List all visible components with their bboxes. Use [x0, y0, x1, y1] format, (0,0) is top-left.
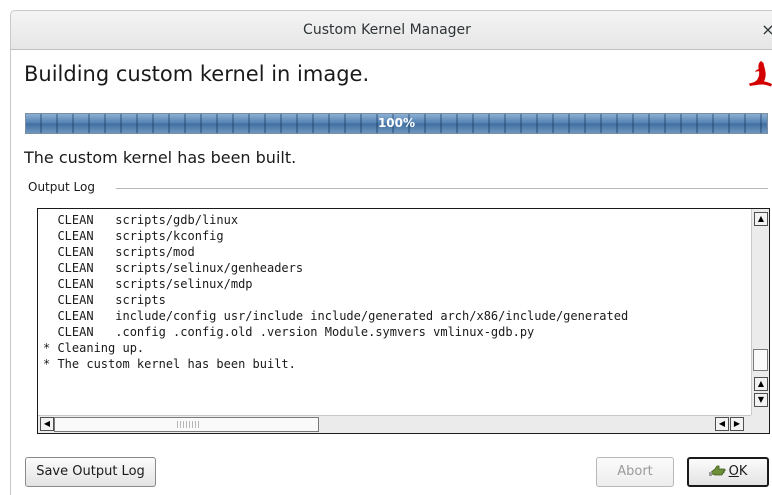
dialog-content: Building custom kernel in image. 100% Th…	[10, 50, 772, 495]
horizontal-scrollbar[interactable]: ◀ ◀ ▶	[38, 415, 751, 433]
title-bar: Custom Kernel Manager ×	[10, 10, 772, 50]
arrow-down-icon: ▼	[757, 395, 765, 404]
ok-button[interactable]: OK	[687, 457, 769, 487]
abort-button[interactable]: Abort	[596, 457, 674, 487]
scroll-left-button[interactable]: ◀	[40, 417, 54, 431]
arrow-right-icon: ▶	[733, 419, 741, 428]
scroll-up-button[interactable]: ▲	[754, 212, 768, 226]
scroll-down-button[interactable]: ▼	[754, 393, 768, 407]
log-line: CLEAN include/config usr/include include…	[43, 309, 629, 323]
close-icon: ×	[761, 20, 772, 39]
log-line: CLEAN scripts/mod	[43, 245, 195, 259]
log-line: CLEAN scripts/selinux/mdp	[43, 277, 253, 291]
progress-label: 100%	[377, 116, 416, 130]
log-line: CLEAN scripts/kconfig	[43, 229, 224, 243]
arrow-left-icon: ◀	[718, 419, 726, 428]
page-title: Building custom kernel in image.	[24, 62, 370, 86]
scroll-grip-icon	[177, 421, 199, 428]
status-message: The custom kernel has been built.	[24, 148, 297, 167]
ok-button-mnemonic: O	[728, 464, 739, 479]
custom-kernel-manager-dialog: Custom Kernel Manager × Building custom …	[0, 0, 772, 495]
output-log-text[interactable]: CLEAN scripts/gdb/linux CLEAN scripts/kc…	[43, 212, 749, 408]
output-log-frame-divider	[116, 188, 768, 189]
log-line: * Cleaning up.	[43, 341, 145, 355]
ok-hand-icon	[708, 465, 726, 476]
build-progress-bar: 100%	[25, 113, 768, 134]
arrow-left-icon: ◀	[43, 419, 51, 428]
log-line: * The custom kernel has been built.	[43, 357, 296, 371]
log-line: CLEAN scripts/gdb/linux	[43, 213, 239, 227]
log-line: CLEAN scripts/selinux/genheaders	[43, 261, 304, 275]
red-hat-shadowman-icon	[749, 61, 772, 87]
close-button[interactable]: ×	[757, 18, 772, 42]
output-log-textview[interactable]: CLEAN scripts/gdb/linux CLEAN scripts/kc…	[37, 208, 770, 434]
scroll-up-button-secondary[interactable]: ▲	[754, 377, 768, 391]
save-output-log-button[interactable]: Save Output Log	[25, 457, 156, 487]
vertical-scroll-thumb[interactable]	[753, 349, 768, 371]
scrollbar-corner	[751, 415, 769, 433]
scroll-right-button[interactable]: ▶	[730, 417, 744, 431]
window-title: Custom Kernel Manager	[303, 22, 471, 38]
vertical-scrollbar[interactable]: ▲ ▲ ▼	[751, 209, 769, 415]
ok-button-label: K	[738, 464, 748, 479]
horizontal-scroll-thumb[interactable]	[54, 417, 319, 432]
log-line: CLEAN scripts	[43, 293, 166, 307]
log-line: CLEAN .config .config.old .version Modul…	[43, 325, 535, 339]
arrow-up-icon: ▲	[757, 214, 765, 223]
scroll-left-button-secondary[interactable]: ◀	[715, 417, 729, 431]
output-log-frame-label: Output Log	[28, 180, 97, 194]
arrow-up-icon: ▲	[757, 379, 765, 388]
